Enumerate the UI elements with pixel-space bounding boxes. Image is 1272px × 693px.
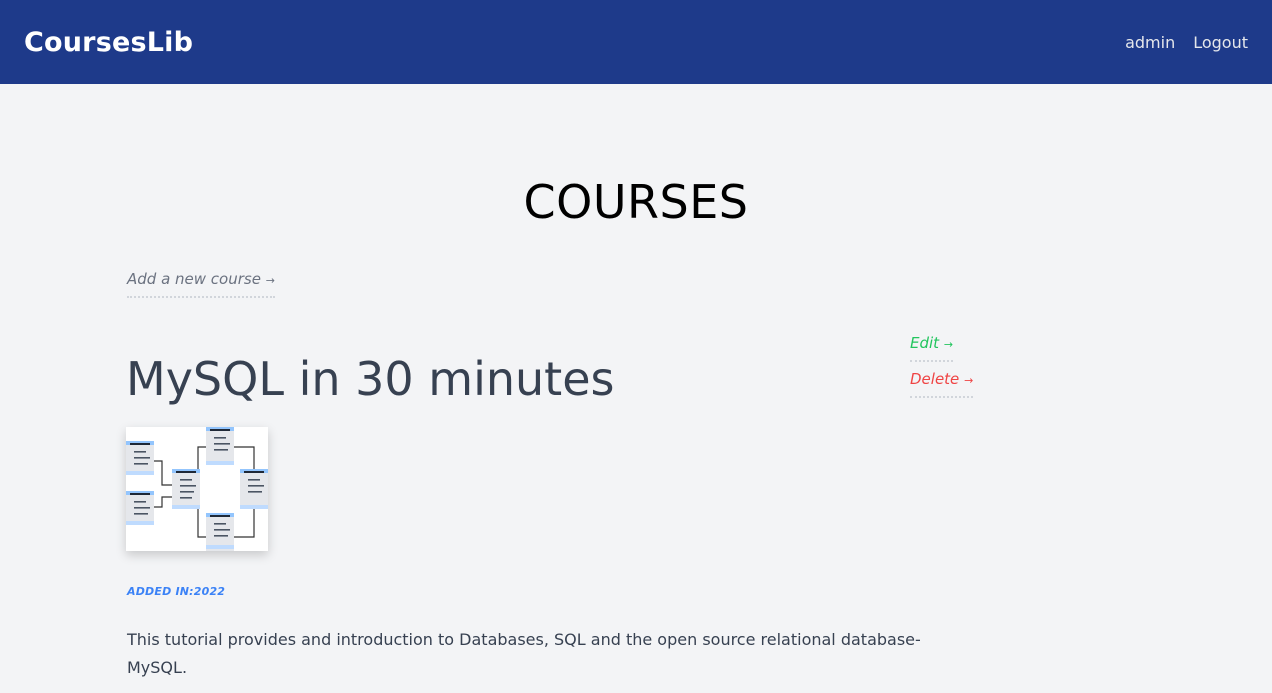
course-description: This tutorial provides and introduction … (127, 630, 921, 677)
add-course-label: Add a new course (127, 270, 261, 288)
nav-admin-link[interactable]: admin (1125, 33, 1175, 52)
page-title: COURSES (523, 175, 749, 229)
arrow-right-icon: → (265, 274, 275, 287)
brand-logo-link[interactable]: CoursesLib (24, 27, 193, 58)
course-title[interactable]: MySQL in 30 minutes (126, 352, 614, 406)
nav-links: admin Logout (1125, 33, 1248, 52)
delete-label: Delete (910, 370, 960, 388)
edit-label: Edit (910, 334, 940, 352)
added-date: ADDED IN:2022 (127, 585, 226, 598)
nav-logout-link[interactable]: Logout (1193, 33, 1248, 52)
add-course-link[interactable]: Add a new course → (127, 270, 275, 298)
top-navbar: CoursesLib admin Logout (0, 0, 1272, 84)
delete-course-link[interactable]: Delete → (910, 370, 974, 398)
course-thumbnail (126, 427, 268, 551)
edit-course-link[interactable]: Edit → (910, 334, 954, 362)
arrow-right-icon: → (964, 374, 974, 387)
database-schema-diagram-icon (126, 427, 268, 551)
arrow-right-icon: → (943, 338, 954, 351)
